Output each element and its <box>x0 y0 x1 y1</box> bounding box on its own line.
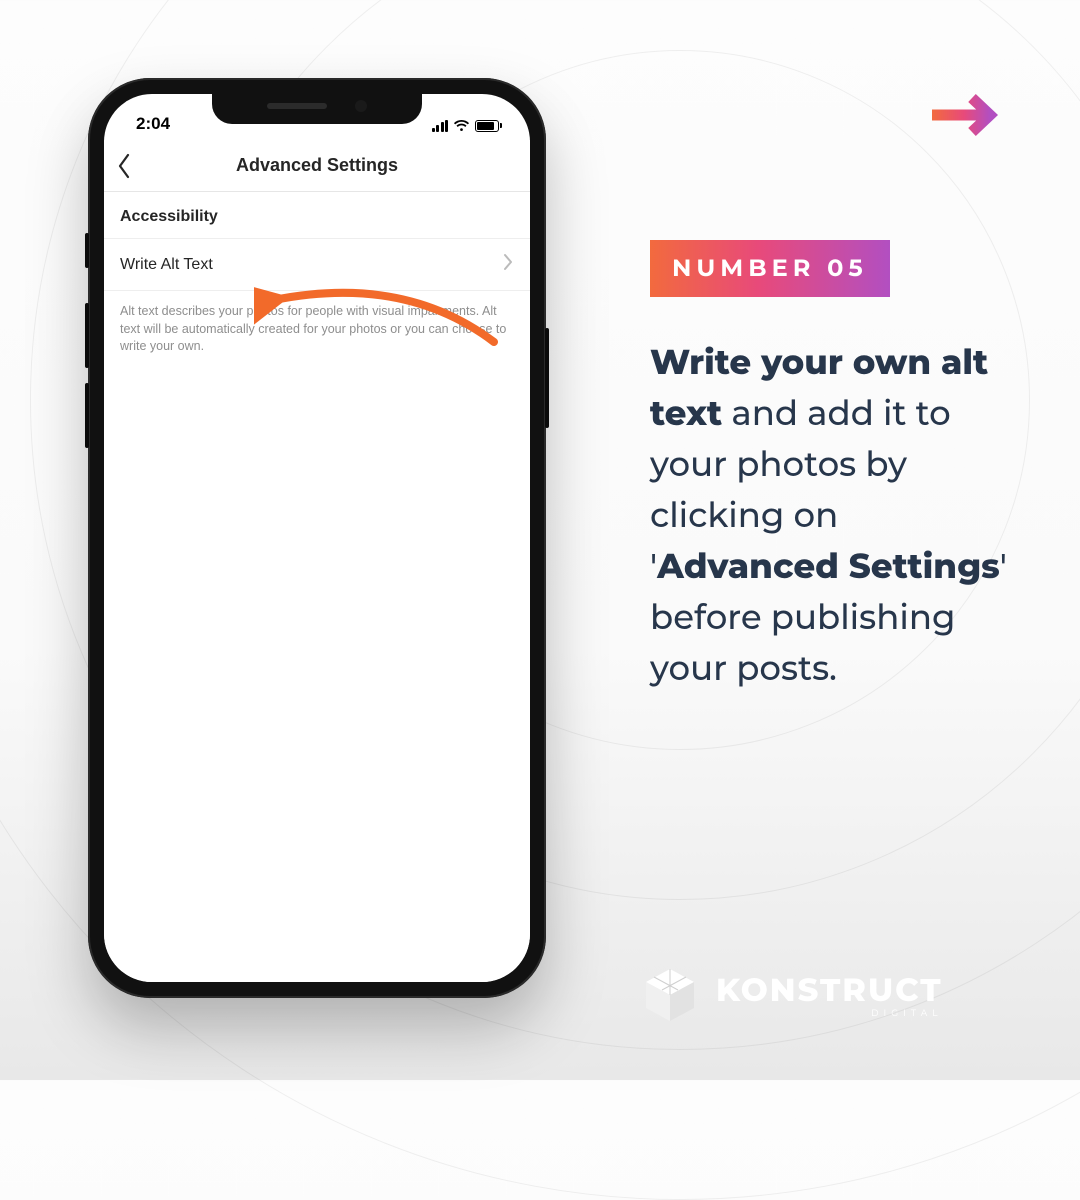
tip-bold-2: Advanced Settings <box>657 545 1000 587</box>
signal-icon <box>432 120 449 132</box>
write-alt-text-row[interactable]: Write Alt Text <box>104 239 530 291</box>
page-title: Advanced Settings <box>236 155 398 176</box>
wifi-icon <box>453 117 470 134</box>
app-header: Advanced Settings <box>104 140 530 192</box>
back-button[interactable] <box>116 140 132 191</box>
section-header-accessibility: Accessibility <box>104 192 530 239</box>
brand-name: KONSTRUCT <box>716 971 943 1010</box>
phone-mockup: 2:04 Advanced Settings Accessibility Wri… <box>88 78 546 998</box>
tip-text: Write your own alt text and add it to yo… <box>650 337 1010 694</box>
status-time: 2:04 <box>136 114 170 134</box>
slide-number-badge: NUMBER 05 <box>650 240 890 297</box>
next-arrow-icon <box>928 88 1008 147</box>
battery-icon <box>475 120 502 132</box>
row-label: Write Alt Text <box>120 256 213 274</box>
chevron-left-icon <box>116 152 132 180</box>
brand-logo: KONSTRUCT DIGITAL <box>640 965 943 1025</box>
chevron-right-icon <box>502 252 514 278</box>
alt-text-hint: Alt text describes your photos for peopl… <box>104 291 530 368</box>
phone-notch <box>212 94 422 124</box>
cube-icon <box>640 965 700 1025</box>
